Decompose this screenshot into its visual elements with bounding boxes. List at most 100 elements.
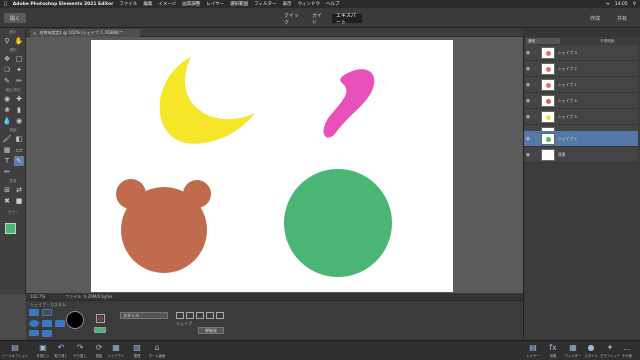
eye-icon[interactable]: ◉	[524, 136, 532, 142]
app-name[interactable]: Adobe Photoshop Elements 2021 Editor	[13, 2, 114, 7]
search-icon[interactable]: ⚲	[633, 2, 636, 7]
gradient-tool-icon[interactable]: ▭	[14, 145, 24, 155]
menu-layer[interactable]: レイヤー	[206, 1, 224, 7]
layer-row[interactable]: ◉ ⋮ シェイプ 4	[524, 93, 638, 109]
bear-head-shape[interactable]	[116, 179, 211, 273]
opacity-label[interactable]: 不透明度:	[600, 38, 636, 44]
simplify-button[interactable]: 単純化	[198, 327, 224, 334]
subtract-mode-icon[interactable]	[196, 312, 204, 319]
document-tab[interactable]: × 名称未設定1 @ 102% (シェイプ 7, RGB/8) *	[30, 29, 140, 37]
layer-thumbnail	[541, 148, 555, 161]
quick-select-icon[interactable]: ✎	[2, 76, 12, 86]
eye-icon[interactable]: ◉	[524, 98, 532, 104]
spot-healing-icon[interactable]: ✚	[14, 94, 24, 104]
content-aware-move-icon[interactable]: ✖	[2, 196, 12, 206]
layer-row-selected[interactable]: ◉ ⋮ シェイプ 7	[524, 131, 638, 147]
smart-brush-icon[interactable]: ❀	[2, 105, 12, 115]
clock[interactable]: 14:05	[615, 2, 628, 7]
hand-tool-icon[interactable]: ✋	[14, 36, 24, 46]
link-icon[interactable]: ⋮	[532, 98, 538, 103]
ellipse-shape-option-icon[interactable]	[29, 320, 39, 327]
link-icon[interactable]: ⋮	[532, 152, 538, 157]
link-icon[interactable]: ⋮	[532, 66, 538, 71]
eraser-tool-icon[interactable]: ◧	[14, 134, 24, 144]
blur-tool-icon[interactable]: 💧	[2, 116, 12, 126]
layer-row[interactable]: ◉ ⋮ 背景	[524, 147, 638, 163]
menu-help[interactable]: ヘルプ	[326, 1, 340, 7]
exclude-mode-icon[interactable]	[216, 312, 224, 319]
move-tool-icon[interactable]: ✥	[2, 54, 12, 64]
red-eye-icon[interactable]: ◉	[2, 94, 12, 104]
link-icon[interactable]: ⋮	[532, 114, 538, 119]
crop-tool-icon[interactable]: ⊞	[2, 185, 12, 195]
rounded-rect-option-icon[interactable]	[42, 320, 52, 327]
eyedropper-icon[interactable]: ✏	[14, 76, 24, 86]
zoom-tool-icon[interactable]: ⚲	[2, 36, 12, 46]
recompose-tool-icon[interactable]: ⇄	[14, 185, 24, 195]
intersect-mode-icon[interactable]	[206, 312, 214, 319]
rectangle-shape-option-icon[interactable]	[42, 309, 52, 316]
custom-shape-option-icon[interactable]	[29, 309, 39, 316]
apple-icon[interactable]: 	[4, 2, 7, 7]
no-style-icon[interactable]: ⊘	[96, 314, 105, 323]
shape-preview-swatch[interactable]	[66, 311, 84, 329]
link-icon[interactable]: ⋮	[532, 82, 538, 87]
more-tab-button[interactable]: … その他	[614, 343, 640, 360]
brush-tool-icon[interactable]: 🖌	[2, 134, 12, 144]
magic-wand-icon[interactable]: ✦	[14, 65, 24, 75]
foreground-color-swatch[interactable]	[5, 223, 16, 234]
line-option-icon[interactable]	[42, 330, 52, 337]
custom-shape-tool-icon[interactable]: ✎	[14, 156, 24, 166]
zoom-level[interactable]: 102.7%	[30, 294, 45, 299]
pink-blob-shape[interactable]	[323, 69, 375, 138]
menu-enhance[interactable]: 画質調整	[182, 1, 200, 7]
layer-thumb-mark	[546, 66, 551, 72]
eye-icon[interactable]: ◉	[524, 152, 532, 158]
new-layer-mode-icon[interactable]	[176, 312, 184, 319]
menu-file[interactable]: ファイル	[119, 1, 137, 7]
canvas[interactable]	[91, 40, 453, 292]
mode-expert[interactable]: エキスパート	[332, 13, 362, 26]
menu-edit[interactable]: 編集	[143, 1, 152, 7]
blend-mode-dropdown[interactable]: 通常	[526, 38, 560, 44]
pencil-tool-icon[interactable]: ✏	[2, 167, 12, 177]
close-icon[interactable]: ×	[33, 31, 36, 36]
eye-icon[interactable]: ◉	[524, 66, 532, 72]
straighten-tool-icon[interactable]: ■	[14, 196, 24, 206]
layer-row[interactable]: ◉ ⋮ シェイプ 1	[524, 77, 638, 93]
add-mode-icon[interactable]	[186, 312, 194, 319]
clone-stamp-icon[interactable]: ▮	[14, 105, 24, 115]
crescent-moon-shape[interactable]	[159, 57, 255, 144]
mode-guided[interactable]: ガイド	[308, 13, 330, 26]
marquee-tool-icon[interactable]: □	[14, 54, 24, 64]
polygon-option-icon[interactable]	[55, 320, 65, 327]
menu-image[interactable]: イメージ	[158, 1, 176, 7]
text-tool-icon[interactable]: T	[2, 156, 12, 166]
eye-icon[interactable]: ◉	[524, 82, 532, 88]
open-button[interactable]: 開く	[4, 13, 26, 23]
lasso-tool-icon[interactable]: ❍	[2, 65, 12, 75]
style-dropdown[interactable]: スタイル	[120, 312, 168, 319]
wifi-icon[interactable]: ≈	[606, 2, 610, 7]
menu-view[interactable]: 表示	[283, 1, 292, 7]
menu-window[interactable]: ウィンドウ	[298, 1, 321, 7]
link-icon[interactable]: ⋮	[532, 50, 538, 55]
link-icon[interactable]: ⋮	[532, 136, 538, 141]
mode-quick[interactable]: クイック	[280, 13, 304, 26]
star-option-icon[interactable]	[29, 330, 39, 336]
layer-row[interactable]: ◉ ⋮ シェイプ 2	[524, 61, 638, 77]
green-circle-shape[interactable]	[284, 169, 392, 277]
tool-options-button[interactable]: ▤ ツールオプション	[2, 343, 28, 360]
menu-select[interactable]: 選択範囲	[230, 1, 248, 7]
eye-icon[interactable]: ◉	[524, 50, 532, 56]
eye-icon[interactable]: ◉	[524, 114, 532, 120]
layer-row[interactable]: ◉ ⋮ シェイプ 3	[524, 45, 638, 61]
paint-bucket-icon[interactable]: ▦	[2, 145, 12, 155]
home-screen-button[interactable]: ⌂ ホーム画面	[144, 343, 170, 360]
layer-row[interactable]: ◉ ⋮ シェイプ 5	[524, 109, 638, 125]
share-button[interactable]: 共有	[617, 14, 637, 23]
menu-filter[interactable]: フィルター	[254, 1, 276, 7]
shape-color-chip[interactable]	[94, 327, 106, 333]
create-button[interactable]: 作成	[590, 14, 612, 23]
sponge-tool-icon[interactable]: ◉	[14, 116, 24, 126]
